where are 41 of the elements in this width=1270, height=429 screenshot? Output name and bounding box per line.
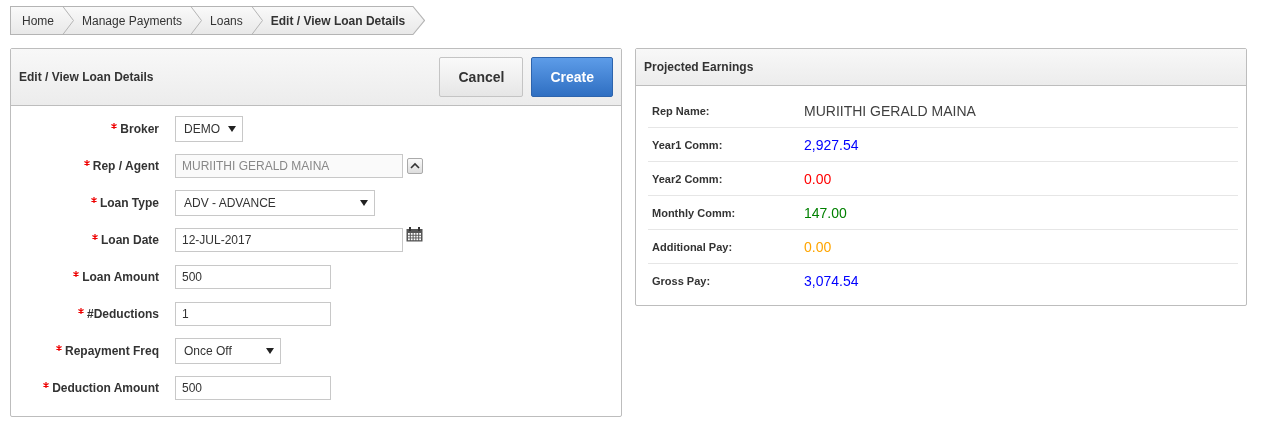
panel-title: Projected Earnings	[644, 60, 754, 74]
row-label: Year1 Comm:	[651, 138, 724, 151]
row-value: 147.00	[804, 204, 847, 221]
select-field[interactable]: Once Off	[175, 338, 281, 364]
panel-title: Edit / View Loan Details	[19, 70, 154, 84]
caret-icon	[266, 348, 274, 354]
field-label: Loan Type	[99, 196, 159, 210]
breadcrumb-item[interactable]: Home	[10, 6, 62, 35]
breadcrumb-item[interactable]: Edit / View Loan Details	[262, 6, 414, 35]
field-label: Repayment Freq	[64, 344, 159, 358]
row-value: 3,074.54	[804, 273, 859, 289]
row-label: Year2 Comm:	[651, 172, 724, 185]
row-label: Gross Pay:	[651, 275, 712, 287]
row-label: Monthly Comm:	[651, 206, 737, 219]
row-value: MURIITHI GERALD MAINA	[804, 102, 976, 119]
input-field[interactable]: 1	[175, 302, 331, 326]
caret-icon	[228, 126, 236, 132]
input-field[interactable]: 500	[175, 376, 331, 400]
row-value: 2,927.54	[804, 136, 859, 153]
breadcrumb-item[interactable]: Loans	[202, 6, 251, 35]
breadcrumb-item[interactable]: Manage Payments	[74, 6, 191, 35]
field-label: Loan Date	[101, 233, 159, 247]
chevron-up-icon	[410, 162, 420, 170]
row-value: 0.00	[804, 170, 832, 187]
select-field[interactable]: ADV - ADVANCE	[175, 190, 375, 216]
calendar-icon[interactable]	[406, 227, 423, 242]
field-label: Rep / Agent	[92, 159, 159, 173]
row-value: 0.00	[804, 238, 832, 255]
field-label: Deduction Amount	[52, 381, 159, 395]
row-label: Additional Pay:	[651, 240, 734, 253]
date-field[interactable]: 12-JUL-2017	[175, 228, 403, 252]
input-field[interactable]: 500	[175, 265, 331, 289]
create-button[interactable]: Create	[531, 57, 613, 97]
row-label: Rep Name:	[651, 104, 711, 117]
field-label: Broker	[120, 122, 159, 136]
cancel-button[interactable]: Cancel	[439, 57, 524, 97]
caret-icon	[360, 200, 368, 206]
expand-button[interactable]	[407, 158, 423, 174]
field-label: Loan Amount	[82, 270, 159, 284]
select-field[interactable]: DEMO	[175, 116, 243, 142]
field-label: #Deductions	[87, 307, 159, 321]
